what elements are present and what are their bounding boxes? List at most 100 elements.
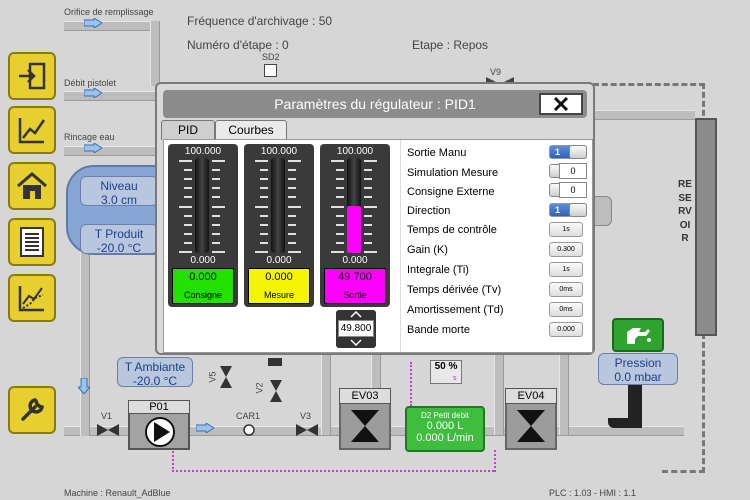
param-label: Temps de contrôle (407, 224, 497, 236)
gauge-tick (336, 241, 344, 244)
signal-line (593, 83, 705, 86)
product-temp-label: T Produit (94, 227, 144, 241)
gauge-tick (212, 251, 225, 253)
close-button[interactable] (539, 93, 583, 115)
pressure-pipe (608, 418, 642, 428)
valve-icon (517, 410, 545, 442)
toggle-knob (569, 203, 587, 217)
step-number: Numéro d'étape : 0 (187, 38, 289, 52)
stepper-down-icon[interactable] (350, 339, 362, 346)
amortissement-field[interactable]: 0ms (549, 302, 583, 317)
gauge-tick (260, 241, 268, 244)
gauge-tick (288, 169, 296, 172)
gauge-tick (288, 187, 296, 190)
gauge-tick (364, 187, 372, 190)
sd2-sensor[interactable] (264, 64, 277, 77)
gauge-consigne: 100.000 0.000 0.000 Consigne (168, 144, 238, 307)
gauge-value: 0.000 (265, 271, 293, 283)
curves-button[interactable] (8, 274, 56, 322)
toggle-value: 1 (555, 205, 561, 215)
ambient-temp: T Ambiante -20.0 °C (117, 357, 193, 388)
list-button[interactable] (8, 218, 56, 266)
gauge-tick (260, 214, 268, 217)
v5-valve[interactable] (220, 366, 232, 388)
integrale-field[interactable]: 1s (549, 262, 583, 277)
trend-icon (18, 118, 46, 144)
gauge-max: 100.000 (336, 146, 374, 157)
param-label: Integrale (Ti) (407, 264, 469, 276)
gauge-max: 100.000 (260, 146, 298, 157)
param-label: Amortissement (Td) (407, 304, 504, 316)
gauge-name: Mesure (263, 290, 294, 300)
dialog-title: Paramètres du régulateur : PID1 (274, 96, 476, 112)
car1-sensor[interactable] (240, 423, 258, 437)
gauge-tick (212, 223, 220, 226)
flow-arrow-icon (196, 423, 214, 433)
ambient-temp-label: T Ambiante (124, 360, 186, 374)
v2-valve[interactable] (270, 380, 282, 402)
ev03-valve[interactable]: EV03 (339, 388, 391, 450)
curves-icon (18, 286, 44, 312)
temps-controle-field[interactable]: 1s (549, 222, 583, 237)
reservoir-tank (695, 118, 717, 336)
gauge-value-box: 0.000 Mesure (248, 268, 310, 304)
gauge-tick (184, 223, 192, 226)
v2-actuator (268, 358, 282, 366)
direction-toggle[interactable]: 1 (549, 203, 587, 217)
hmi-screen: Fréquence d'archivage : 50 Numéro d'étap… (0, 0, 750, 500)
param-label: Simulation Mesure (407, 167, 499, 179)
pid-panel: 100.000 0.000 0.000 Consigne 100.000 0.0… (163, 139, 593, 353)
tank-level: Niveau 3.0 cm (80, 176, 158, 207)
pressure-label: Pression (614, 356, 662, 370)
simulation-mesure-value: 0 (559, 163, 587, 179)
gain-field[interactable]: 0.300 (549, 242, 583, 257)
v9-label: V9 (490, 67, 502, 77)
gauge-tick (260, 169, 268, 172)
gauge-tick (336, 214, 344, 217)
v1-valve[interactable] (97, 424, 119, 436)
gauge-tick (179, 160, 192, 162)
gauge-tick (331, 205, 344, 208)
fuel-nozzle-button[interactable] (612, 318, 664, 352)
tank-level-value: 3.0 cm (100, 193, 137, 207)
sortie-manu-toggle[interactable]: 1 (549, 145, 587, 159)
tab-courbes[interactable]: Courbes (215, 120, 287, 140)
gauge-tick (336, 223, 344, 226)
pipe (150, 21, 160, 86)
tab-pid[interactable]: PID (161, 120, 215, 140)
gauge-tick (212, 187, 220, 190)
gauge-tick (260, 187, 268, 190)
input-pistolet-label: Débit pistolet (64, 78, 117, 88)
home-button[interactable] (8, 162, 56, 210)
gauge-tick (336, 178, 344, 181)
ev04-valve[interactable]: EV04 (505, 388, 557, 450)
gauge-mesure: 100.000 0.000 0.000 Mesure (244, 144, 314, 307)
pump-p01[interactable]: P01 (128, 400, 190, 450)
v3-valve[interactable] (296, 424, 318, 436)
gauge-tick (336, 169, 344, 172)
gauge-tick (184, 241, 192, 244)
gauge-tick (336, 196, 344, 199)
gauge-tick (364, 241, 372, 244)
dialog-title-bar: Paramètres du régulateur : PID1 (163, 90, 587, 118)
gauge-sortie: 100.000 0.000 49.700 Sortie (320, 144, 390, 307)
settings-button[interactable] (8, 386, 56, 434)
login-button[interactable] (8, 52, 56, 100)
gauge-min: 0.000 (190, 255, 216, 266)
display-frame (592, 196, 612, 226)
pump-icon (145, 417, 175, 447)
gauge-tick (255, 205, 268, 208)
bande-morte-field[interactable]: 0.000 (549, 322, 583, 337)
stepper-up-icon[interactable] (350, 311, 362, 318)
input-orifice-label: Orifice de remplissage (64, 7, 154, 17)
gauge-tick (179, 205, 192, 208)
param-label: Temps dérivée (Tv) (407, 284, 502, 296)
pipe (64, 146, 159, 156)
trend-button[interactable] (8, 106, 56, 154)
gauge-tick (184, 187, 192, 190)
stepper-value[interactable]: 49.800 (338, 320, 374, 337)
gauge-min: 0.000 (266, 255, 292, 266)
gauge-tick (288, 232, 296, 235)
temps-derivee-field[interactable]: 0ms (549, 282, 583, 297)
ev03-label: EV03 (339, 388, 391, 404)
